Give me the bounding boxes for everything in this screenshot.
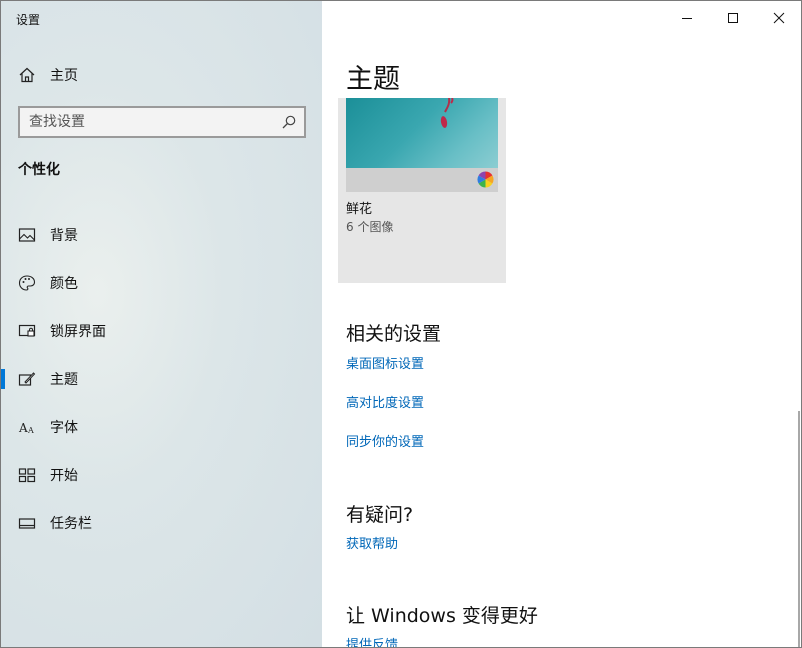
theme-name: 鲜花 (346, 202, 373, 217)
give-feedback-link[interactable]: 提供反馈 (346, 634, 398, 647)
sync-settings-link[interactable]: 同步你的设置 (346, 431, 424, 450)
theme-preview-image (346, 98, 498, 168)
close-button[interactable] (756, 3, 801, 33)
start-icon (18, 468, 36, 483)
search-icon[interactable] (281, 114, 297, 130)
selected-indicator (1, 369, 5, 389)
section-title: 个性化 (18, 162, 60, 178)
sidebar-item-themes[interactable]: 主题 (1, 355, 322, 403)
home-nav-item[interactable]: 主页 (1, 59, 322, 91)
theme-card[interactable]: 鲜花 6 个图像 (338, 98, 506, 283)
taskbar-icon (18, 518, 36, 529)
theme-brush-icon (18, 372, 36, 386)
close-icon (773, 12, 785, 24)
flower-illustration (440, 98, 454, 128)
help-heading: 有疑问? (346, 504, 414, 526)
high-contrast-settings-link[interactable]: 高对比度设置 (346, 392, 424, 411)
main-content: 主题 鲜花 6 个图像 相关的设置 桌面图标设置 高对比度设置 同步你的设置 有… (322, 1, 801, 647)
sidebar-item-label: 任务栏 (50, 516, 92, 532)
sidebar-item-label: 主题 (50, 372, 78, 388)
lock-screen-icon (18, 324, 36, 337)
related-settings-heading: 相关的设置 (346, 323, 442, 345)
get-help-link[interactable]: 获取帮助 (346, 533, 398, 552)
font-icon: A A (18, 421, 34, 435)
sidebar-item-colors[interactable]: 颜色 (1, 259, 322, 307)
palette-icon (18, 275, 36, 291)
sidebar-item-label: 背景 (50, 228, 78, 244)
window-title: 设置 (16, 13, 41, 27)
home-icon (19, 67, 35, 83)
sidebar-item-label: 锁屏界面 (50, 324, 106, 340)
theme-image-count: 6 个图像 (346, 220, 394, 234)
sidebar-item-start[interactable]: 开始 (1, 451, 322, 499)
sidebar: 设置 主页 个性化 背景 (1, 1, 322, 647)
maximize-icon (728, 13, 738, 23)
svg-text:A: A (27, 426, 34, 435)
search-box[interactable] (18, 106, 306, 138)
search-input[interactable] (20, 108, 269, 136)
settings-window: 设置 主页 个性化 背景 (0, 0, 802, 648)
theme-color-strip (346, 168, 498, 192)
sidebar-item-taskbar[interactable]: 任务栏 (1, 499, 322, 547)
color-wheel-icon (477, 171, 494, 188)
sidebar-item-label: 颜色 (50, 276, 78, 292)
maximize-button[interactable] (710, 3, 756, 33)
page-title: 主题 (346, 64, 400, 95)
sidebar-item-fonts[interactable]: A A 字体 (1, 403, 322, 451)
home-label: 主页 (50, 68, 78, 84)
sidebar-item-lock-screen[interactable]: 锁屏界面 (1, 307, 322, 355)
sidebar-item-label: 开始 (50, 468, 78, 484)
scrollbar[interactable] (798, 411, 800, 647)
svg-text:A: A (18, 421, 28, 435)
feedback-heading: 让 Windows 变得更好 (346, 605, 538, 627)
sidebar-item-background[interactable]: 背景 (1, 211, 322, 259)
picture-icon (18, 228, 36, 242)
desktop-icon-settings-link[interactable]: 桌面图标设置 (346, 353, 424, 372)
nav-list: 背景 颜色 锁屏界面 主题 A A 字体 开始 任务栏 (1, 211, 322, 547)
sidebar-item-label: 字体 (50, 420, 78, 436)
minimize-button[interactable] (664, 3, 710, 33)
minimize-icon (682, 18, 692, 19)
